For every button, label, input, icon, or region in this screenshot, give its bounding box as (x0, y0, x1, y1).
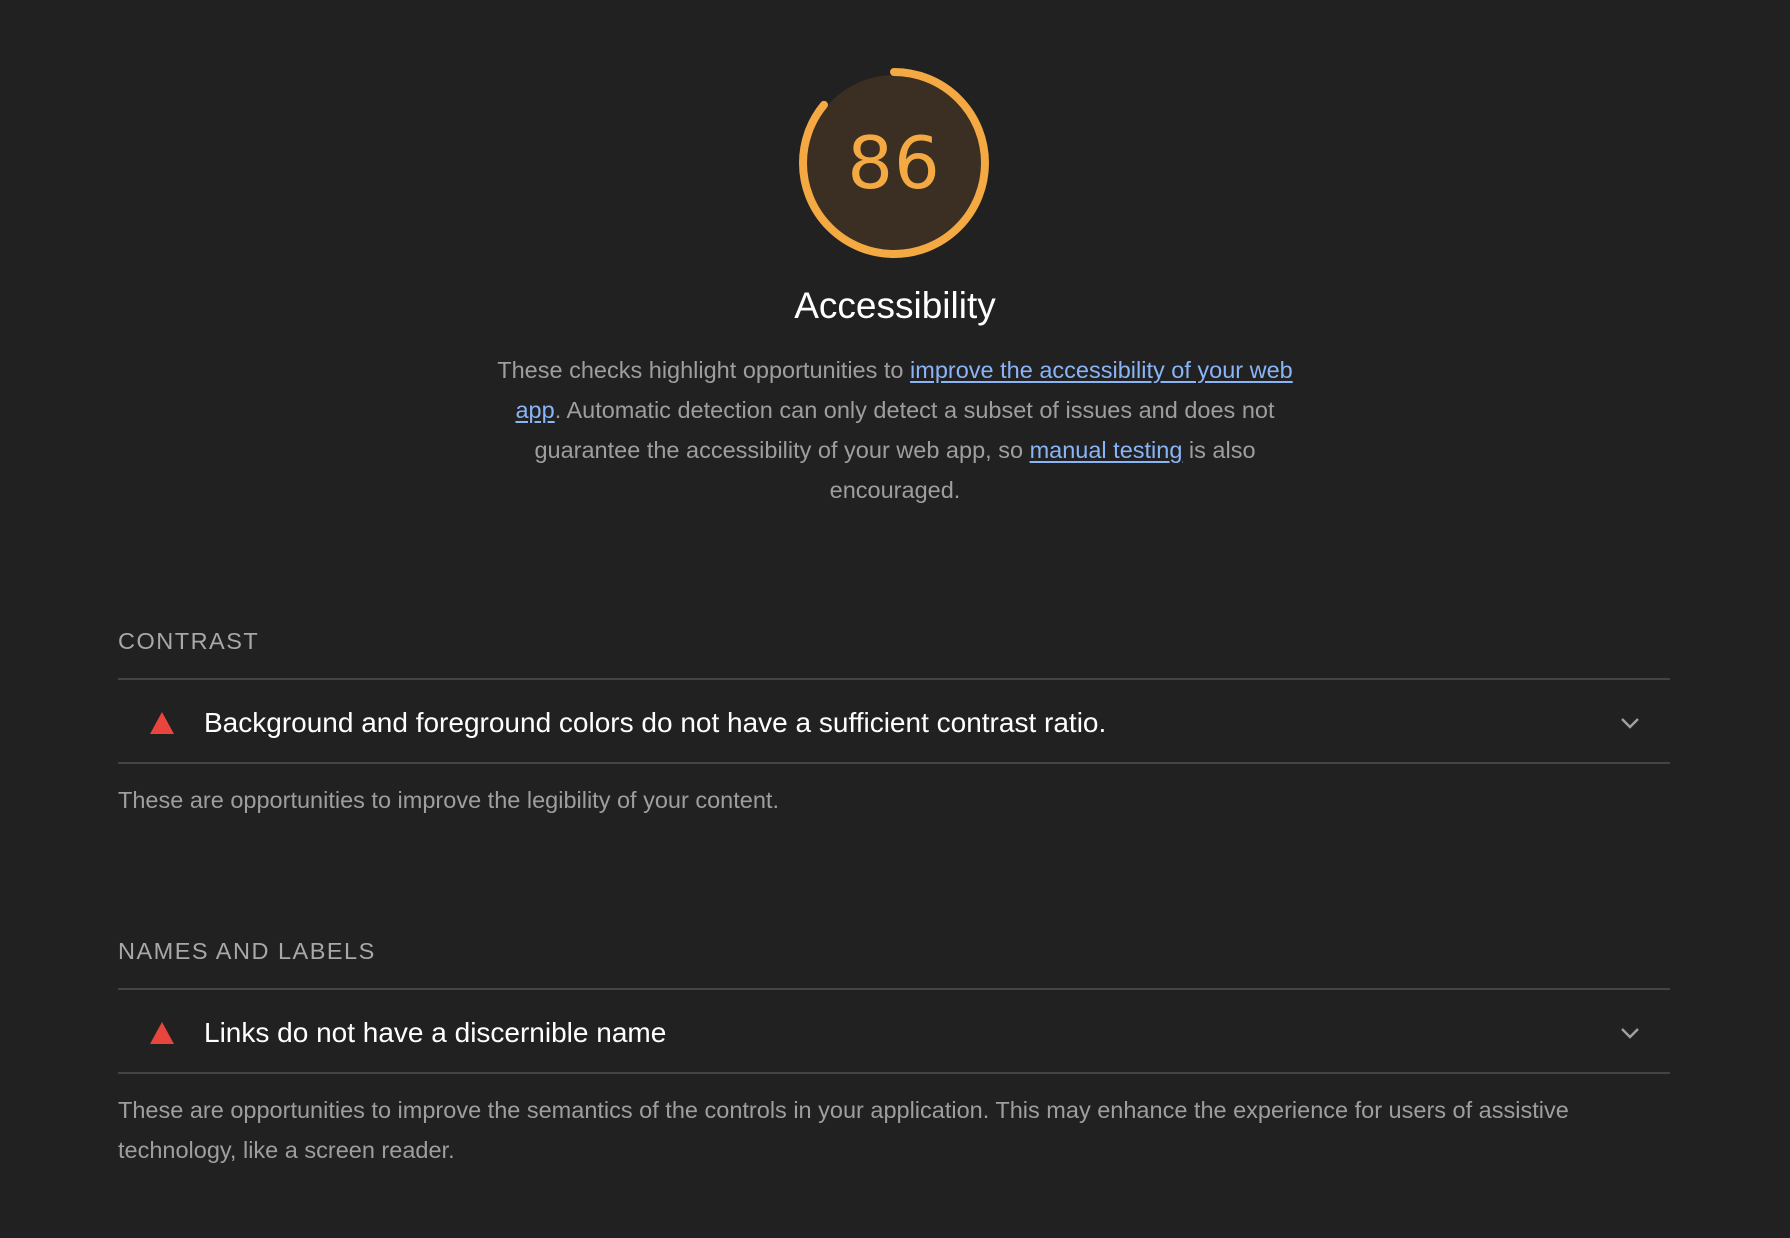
audit-link-name[interactable]: Links do not have a discernible name (118, 993, 1670, 1073)
group-description-contrast: These are opportunities to improve the l… (118, 787, 779, 813)
warning-triangle-icon (145, 1018, 179, 1048)
group-title-contrast: CONTRAST (118, 628, 260, 654)
warning-triangle-icon (145, 708, 179, 738)
score-value: 86 (847, 121, 941, 205)
group-description-names-and-labels: These are opportunities to improve the s… (118, 1097, 1569, 1163)
chevron-down-icon[interactable] (1616, 709, 1644, 737)
accessibility-report: 86 Accessibility These checks highlight … (0, 0, 1790, 1238)
score-gauge: 86 (797, 66, 991, 260)
divider (118, 678, 1670, 680)
divider (118, 1072, 1670, 1074)
description-text-1: These checks highlight opportunities to (497, 357, 911, 383)
category-description: These checks highlight opportunities to … (495, 350, 1295, 510)
divider (118, 988, 1670, 990)
divider (118, 762, 1670, 764)
audit-title: Background and foreground colors do not … (204, 707, 1107, 738)
manual-testing-link[interactable]: manual testing (1030, 437, 1183, 463)
group-title-names-and-labels: NAMES AND LABELS (118, 938, 376, 964)
audit-title: Links do not have a discernible name (204, 1017, 667, 1048)
category-title: Accessibility (794, 285, 996, 326)
chevron-down-icon[interactable] (1616, 1019, 1644, 1047)
audit-color-contrast[interactable]: Background and foreground colors do not … (118, 683, 1670, 763)
